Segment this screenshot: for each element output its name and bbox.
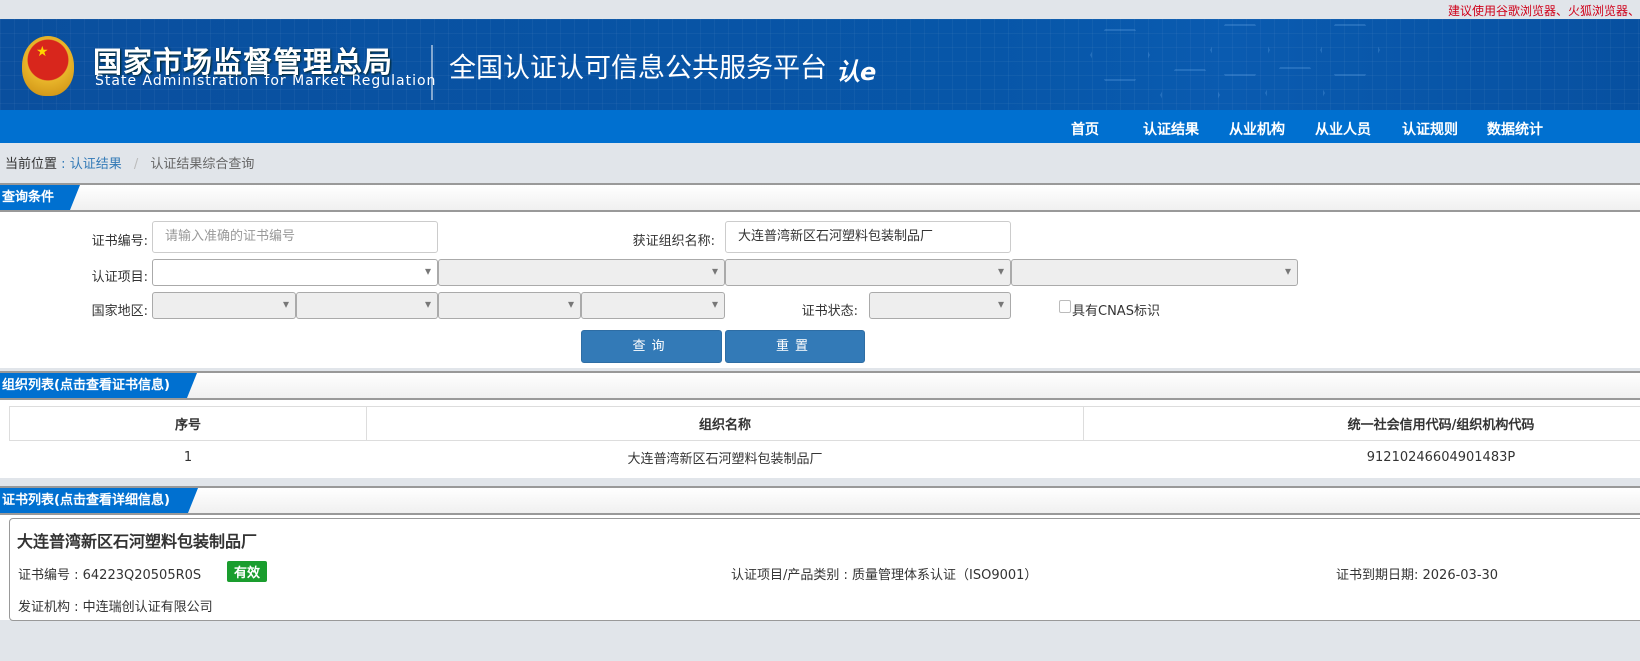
project-label: 认证项目: <box>91 270 148 285</box>
org-list-panel: 序号 组织名称 统一社会信用代码/组织机构代码 1 大连普湾新区石河塑料包装制品… <box>0 400 1640 478</box>
project-select-1[interactable] <box>152 259 438 286</box>
cert-section-header: 证书列表(点击查看详细信息) <box>0 486 1640 515</box>
platform-logo-icon: 认e <box>836 58 877 86</box>
breadcrumb-prefix: 当前位置 <box>5 157 58 172</box>
col-credit-code: 统一社会信用代码/组织机构代码 <box>1083 406 1640 441</box>
org-name-label: 获证组织名称: <box>632 234 715 249</box>
site-banner: ★ 国家市场监督管理总局 State Administration for Ma… <box>0 19 1640 110</box>
breadcrumb-colon: : <box>61 157 66 172</box>
national-emblem-icon: ★ <box>22 36 74 96</box>
region-select-4[interactable] <box>581 292 725 319</box>
main-nav: 首页 认证结果 从业机构 从业人员 认证规则 数据统计 <box>0 110 1640 143</box>
nav-personnel[interactable]: 从业人员 <box>1315 119 1371 139</box>
region-select-3[interactable] <box>438 292 581 319</box>
col-index: 序号 <box>9 406 367 441</box>
search-button[interactable]: 查询 <box>581 330 722 363</box>
query-form: 证书编号: 请输入准确的证书编号 获证组织名称: 大连普湾新区石河塑料包装制品厂… <box>0 212 1640 368</box>
nav-home[interactable]: 首页 <box>1071 119 1099 139</box>
cert-no-input[interactable]: 请输入准确的证书编号 <box>152 221 438 253</box>
status-badge: 有效 <box>227 561 268 582</box>
org-table: 序号 组织名称 统一社会信用代码/组织机构代码 1 大连普湾新区石河塑料包装制品… <box>9 406 1640 474</box>
cnas-label: 具有CNAS标识 <box>1072 304 1160 319</box>
nav-institutions[interactable]: 从业机构 <box>1229 119 1285 139</box>
project-select-2[interactable] <box>438 259 725 286</box>
top-bar: 建议使用谷歌浏览器、火狐浏览器、 <box>0 0 1640 19</box>
nav-rules[interactable]: 认证规则 <box>1402 119 1458 139</box>
cert-card[interactable]: 大连普湾新区石河塑料包装制品厂 证书编号 : 64223Q20505R0S 有效… <box>9 518 1640 621</box>
nav-statistics[interactable]: 数据统计 <box>1487 119 1543 139</box>
table-header: 序号 组织名称 统一社会信用代码/组织机构代码 <box>9 406 1640 441</box>
cert-number: 证书编号 : 64223Q20505R0S <box>18 568 202 583</box>
reset-button[interactable]: 重置 <box>725 330 865 363</box>
cert-expiry: 证书到期日期: 2026-03-30 <box>1336 568 1499 583</box>
org-section-title: 组织列表(点击查看证书信息) <box>0 373 197 398</box>
divider <box>431 45 433 100</box>
cert-no-label: 证书编号: <box>91 234 148 249</box>
col-org-name: 组织名称 <box>366 406 1084 441</box>
org-section-header: 组织列表(点击查看证书信息) <box>0 371 1640 400</box>
org-name-input[interactable]: 大连普湾新区石河塑料包装制品厂 <box>725 221 1011 253</box>
project-select-3[interactable] <box>725 259 1011 286</box>
cert-issuer: 发证机构 : 中连瑞创认证有限公司 <box>18 600 213 615</box>
nav-cert-results[interactable]: 认证结果 <box>1143 119 1199 139</box>
status-label: 证书状态: <box>801 304 858 319</box>
region-select-2[interactable] <box>296 292 438 319</box>
agency-title-en: State Administration for Market Regulati… <box>95 73 437 89</box>
table-row[interactable]: 1 大连普湾新区石河塑料包装制品厂 91210246604901483P <box>10 441 1640 474</box>
breadcrumb-current: 认证结果综合查询 <box>150 157 255 172</box>
platform-title: 全国认证认可信息公共服务平台 <box>449 53 827 84</box>
breadcrumb: 当前位置 : 认证结果 / 认证结果综合查询 <box>5 153 254 172</box>
cert-org-name: 大连普湾新区石河塑料包装制品厂 <box>17 532 258 551</box>
region-select-1[interactable] <box>152 292 296 319</box>
cnas-checkbox[interactable] <box>1059 300 1071 313</box>
status-select[interactable] <box>869 292 1011 319</box>
region-label: 国家地区: <box>91 304 148 319</box>
query-section-title: 查询条件 <box>0 185 80 210</box>
breadcrumb-sep: / <box>133 157 139 172</box>
row-index: 1 <box>183 449 193 465</box>
query-section-header: 查询条件 <box>0 183 1640 212</box>
row-org-name[interactable]: 大连普湾新区石河塑料包装制品厂 <box>367 441 1084 474</box>
cert-category: 认证项目/产品类别 : 质量管理体系认证（ISO9001） <box>731 568 1038 583</box>
row-credit-code: 91210246604901483P <box>1366 449 1516 465</box>
browser-notice: 建议使用谷歌浏览器、火狐浏览器、 <box>1447 4 1640 18</box>
cert-section-title: 证书列表(点击查看详细信息) <box>0 488 198 513</box>
project-select-4[interactable] <box>1011 259 1298 286</box>
breadcrumb-link[interactable]: 认证结果 <box>70 157 122 172</box>
